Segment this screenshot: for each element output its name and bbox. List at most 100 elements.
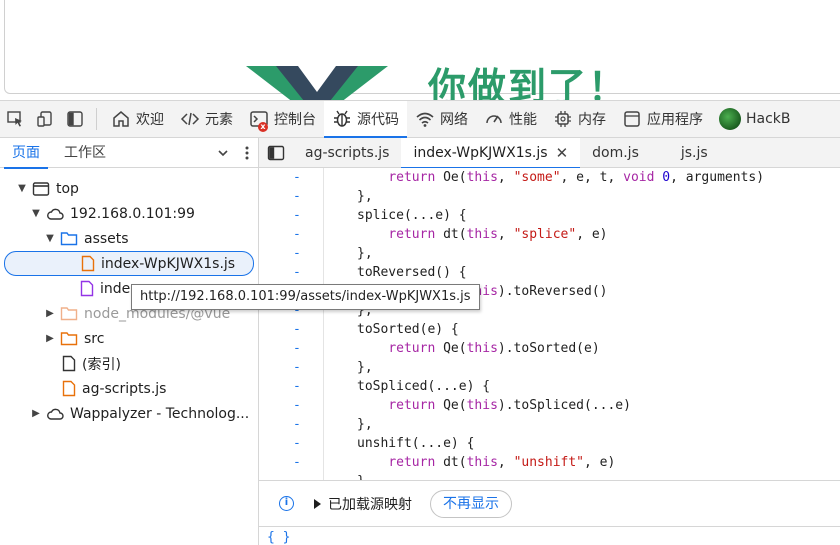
css-file-icon bbox=[80, 280, 94, 297]
tab-workspace[interactable]: 工作区 bbox=[52, 138, 118, 168]
inspect-element-icon[interactable] bbox=[0, 104, 30, 134]
line-marker[interactable]: - bbox=[293, 225, 301, 244]
tree-item-ag-scripts[interactable]: ag-scripts.js bbox=[0, 376, 258, 401]
code-text: toSorted(e) { bbox=[357, 322, 459, 337]
code-icon bbox=[180, 112, 200, 126]
code-line: -}, bbox=[259, 415, 840, 434]
dock-panel-icon[interactable] bbox=[60, 104, 90, 134]
code-text: toSpliced(...e) { bbox=[357, 379, 491, 394]
file-tab-dom-js[interactable]: dom.js bbox=[580, 138, 651, 168]
line-marker[interactable]: - bbox=[293, 415, 301, 434]
device-toolbar-icon[interactable] bbox=[30, 104, 60, 134]
hero-title: 你做到了！ bbox=[428, 65, 629, 100]
line-marker[interactable]: - bbox=[293, 263, 301, 282]
tree-item-label: top bbox=[56, 180, 79, 197]
collapsed-arrow-icon: ▶ bbox=[32, 408, 40, 419]
code-text: return Qe(this).toSpliced(...e) bbox=[388, 398, 631, 413]
tab-hackbar-label: HackB bbox=[746, 111, 791, 127]
code-line: - return dt(this, "unshift", e) bbox=[259, 453, 840, 472]
code-line: - return Qe(this).toSorted(e) bbox=[259, 339, 840, 358]
line-marker[interactable]: - bbox=[293, 377, 301, 396]
collapsed-arrow-icon: ▶ bbox=[46, 308, 54, 319]
code-line: - unshift(...e) { bbox=[259, 434, 840, 453]
line-marker[interactable]: - bbox=[293, 187, 301, 206]
code-text: return Oe(this, "some", e, t, void 0, ar… bbox=[388, 170, 765, 185]
file-tab-ag-scripts[interactable]: ag-scripts.js bbox=[293, 138, 401, 168]
js-file-icon bbox=[81, 255, 95, 272]
line-marker[interactable]: - bbox=[293, 320, 301, 339]
line-marker[interactable]: - bbox=[293, 244, 301, 263]
bug-icon bbox=[334, 110, 350, 127]
expanded-arrow-icon: ▼ bbox=[32, 208, 40, 219]
folder-icon bbox=[60, 331, 78, 346]
code-text: }, bbox=[357, 246, 373, 261]
line-marker[interactable]: - bbox=[293, 472, 301, 480]
code-line: - toSorted(e) { bbox=[259, 320, 840, 339]
toolbar-divider bbox=[96, 108, 97, 130]
tree-item-label: assets bbox=[84, 230, 129, 247]
tree-item-index-js[interactable]: index-WpKJWX1s.js bbox=[4, 251, 254, 276]
tab-application-label: 应用程序 bbox=[647, 112, 703, 128]
tree-item-assets[interactable]: ▼ assets bbox=[0, 226, 258, 251]
line-marker[interactable]: - bbox=[293, 396, 301, 415]
tab-application[interactable]: 应用程序 bbox=[614, 101, 711, 137]
tab-memory[interactable]: 内存 bbox=[545, 101, 614, 137]
code-editor[interactable]: - return Oe(this, "some", e, t, void 0, … bbox=[259, 168, 840, 480]
tab-elements[interactable]: 元素 bbox=[172, 101, 241, 137]
home-icon bbox=[113, 111, 129, 127]
code-text: return dt(this, "splice", e) bbox=[388, 227, 608, 242]
line-marker[interactable]: - bbox=[293, 206, 301, 225]
tab-welcome[interactable]: 欢迎 bbox=[103, 101, 172, 137]
editor-tabs: ag-scripts.js index-WpKJWX1s.js ✕ dom.js… bbox=[259, 137, 840, 169]
tab-console[interactable]: x 控制台 bbox=[241, 101, 324, 137]
line-marker[interactable]: - bbox=[293, 453, 301, 472]
code-line: - return Qe(this).toSpliced(...e) bbox=[259, 396, 840, 415]
tab-hackbar[interactable]: HackB bbox=[711, 101, 799, 137]
code-text: }, bbox=[357, 417, 373, 432]
tree-item-src[interactable]: ▶ src bbox=[0, 326, 258, 351]
code-text: return Qe(this).toSorted(e) bbox=[388, 341, 600, 356]
toggle-navigator-icon[interactable] bbox=[259, 138, 293, 168]
app-icon bbox=[624, 111, 640, 127]
expand-triangle-icon bbox=[314, 498, 321, 509]
close-tab-icon[interactable]: ✕ bbox=[556, 144, 569, 162]
file-tab-js-js[interactable]: js.js bbox=[651, 138, 720, 168]
tab-sources[interactable]: 源代码 bbox=[324, 101, 407, 138]
line-marker[interactable]: - bbox=[293, 358, 301, 377]
code-line: -}, bbox=[259, 244, 840, 263]
line-marker[interactable]: - bbox=[293, 339, 301, 358]
devtools-toolbar: 欢迎 元素 x 控制台 源代码 网络 性能 内存 应用程序 HackB bbox=[0, 100, 840, 138]
tab-performance[interactable]: 性能 bbox=[476, 101, 545, 137]
tree-item-wappalyzer[interactable]: ▶ Wappalyzer - Technolog... bbox=[0, 401, 258, 426]
tab-page[interactable]: 页面 bbox=[0, 138, 52, 169]
tab-network[interactable]: 网络 bbox=[407, 101, 476, 137]
code-line: -}, bbox=[259, 187, 840, 206]
more-options-icon[interactable] bbox=[244, 145, 250, 161]
tree-item-label: index-WpKJWX1s.js bbox=[101, 255, 236, 272]
line-marker[interactable]: - bbox=[293, 434, 301, 453]
page-card bbox=[4, 0, 840, 94]
source-map-infobar: i 已加载源映射 不再显示 bbox=[259, 480, 840, 526]
chevron-down-icon[interactable] bbox=[216, 146, 230, 160]
collapsed-arrow-icon: ▶ bbox=[46, 333, 54, 344]
cloud-icon bbox=[46, 207, 64, 221]
tree-item-index-html[interactable]: (索引) bbox=[0, 351, 258, 376]
code-line: - toReversed() { bbox=[259, 263, 840, 282]
file-tab-label: js.js bbox=[680, 144, 708, 161]
tree-item-top[interactable]: ▼ top bbox=[0, 176, 258, 201]
dont-show-again-button[interactable]: 不再显示 bbox=[430, 489, 512, 518]
expanded-arrow-icon: ▼ bbox=[18, 183, 26, 194]
code-text: }, bbox=[357, 360, 373, 375]
pretty-print-button[interactable]: { } bbox=[259, 526, 840, 545]
tree-item-label: Wappalyzer - Technolog... bbox=[70, 405, 250, 422]
file-tab-index-js[interactable]: index-WpKJWX1s.js ✕ bbox=[401, 137, 581, 169]
code-line: -} bbox=[259, 472, 840, 480]
line-marker[interactable]: - bbox=[293, 168, 301, 187]
code-text: unshift(...e) { bbox=[357, 436, 475, 451]
tree-item-label: ag-scripts.js bbox=[82, 380, 167, 397]
chip-icon bbox=[555, 111, 571, 127]
source-map-toggle[interactable]: 已加载源映射 bbox=[312, 494, 412, 514]
file-tab-label: ag-scripts.js bbox=[305, 144, 390, 161]
tab-network-label: 网络 bbox=[440, 112, 468, 128]
tree-item-host[interactable]: ▼ 192.168.0.101:99 bbox=[0, 201, 258, 226]
